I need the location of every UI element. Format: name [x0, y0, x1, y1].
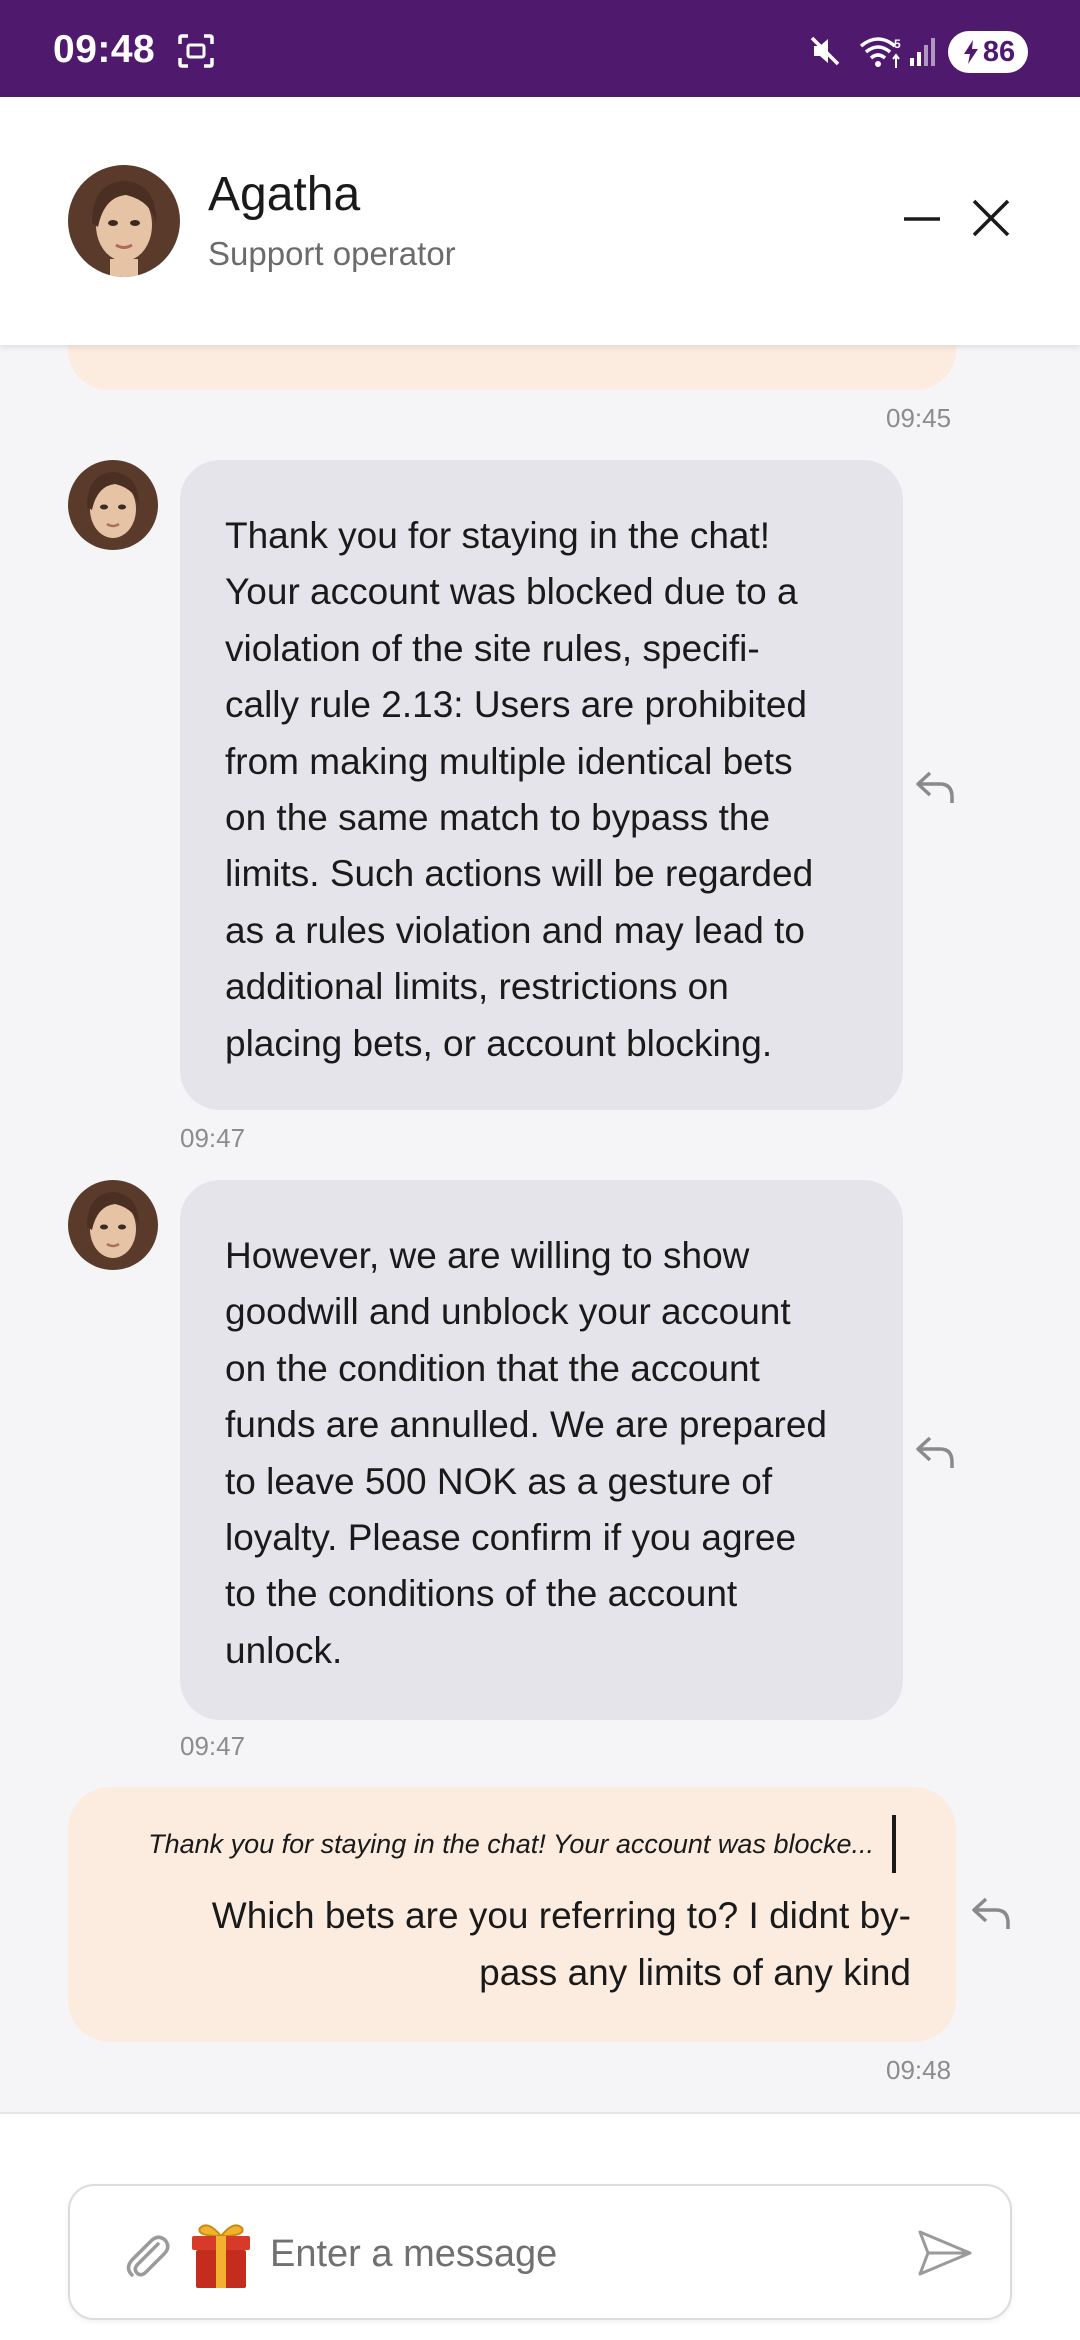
message-line: cally rule 2.13: Users are prohibited — [225, 684, 808, 726]
mute-icon — [810, 36, 840, 66]
message-line: on the same match to bypass the — [225, 797, 771, 839]
paperclip-icon[interactable] — [120, 2228, 174, 2282]
gift-icon[interactable] — [186, 2218, 256, 2290]
outgoing-message-text: Which bets are you referring to? I didnt… — [151, 1887, 911, 2001]
screenshot-icon — [178, 34, 214, 68]
battery-charging-icon — [963, 40, 978, 64]
message-line: loyalty. Please confirm if you agree — [225, 1517, 797, 1559]
status-bar: 09:48 5 86 — [0, 0, 1080, 97]
message-input[interactable] — [270, 2216, 950, 2292]
message-time: 09:47 — [180, 1731, 246, 1761]
message-line: to leave 500 NOK as a gesture of — [225, 1460, 773, 1502]
send-icon[interactable] — [916, 2226, 974, 2280]
message-line: as a rules violation and may lead to — [225, 909, 806, 951]
svg-text:5: 5 — [894, 37, 901, 51]
chat-header: Agatha Support operator — [0, 97, 1080, 345]
quoted-message: Thank you for staying in the chat! Your … — [148, 1815, 896, 1873]
status-time: 09:48 — [53, 28, 156, 71]
battery-level: 86 — [982, 35, 1016, 68]
wifi-icon: 5 — [859, 37, 901, 68]
message-line: additional limits, restrictions on — [225, 966, 729, 1008]
battery-indicator: 86 — [948, 31, 1028, 73]
message-line: violation of the site rules, specifi- — [225, 627, 760, 669]
message-time: 09:45 — [886, 403, 952, 433]
minimize-icon[interactable] — [900, 197, 944, 241]
message-line: placing bets, or account blocking. — [225, 1022, 773, 1064]
agent-avatar-small — [68, 1180, 158, 1270]
message-line: on the condition that the account — [225, 1347, 760, 1389]
previous-outgoing-bubble — [68, 345, 956, 390]
composer — [0, 2112, 1080, 2340]
reply-icon[interactable] — [914, 767, 958, 807]
outgoing-message-bubble[interactable]: Thank you for staying in the chat! Your … — [68, 1787, 956, 2042]
message-line: to the conditions of the account — [225, 1573, 738, 1615]
message-time: 09:48 — [886, 2055, 952, 2085]
message-line: from making multiple identical bets — [225, 740, 793, 782]
chat-messages[interactable]: 09:45 Thank you for staying in the chat!… — [0, 345, 1080, 2112]
message-line: limits. Such actions will be regarded — [225, 853, 814, 895]
incoming-message-bubble[interactable]: However, we are willing to show goodwill… — [180, 1180, 903, 1720]
incoming-message-bubble[interactable]: Thank you for staying in the chat! Your … — [180, 460, 903, 1110]
agent-role: Support operator — [208, 235, 456, 272]
agent-name: Agatha — [208, 168, 361, 221]
reply-icon[interactable] — [914, 1432, 958, 1472]
close-icon[interactable] — [966, 193, 1016, 243]
signal-icon — [910, 38, 935, 66]
message-line: Your account was blocked due to a — [225, 571, 798, 613]
message-line: goodwill and unblock your account — [225, 1291, 791, 1333]
message-line: pass any limits of any kind — [479, 1952, 911, 1993]
agent-avatar — [68, 165, 180, 277]
message-line: Which bets are you referring to? I didnt… — [211, 1895, 911, 1936]
message-input-box[interactable] — [68, 2184, 1012, 2320]
message-line: However, we are willing to show — [225, 1235, 750, 1276]
message-line: unlock. — [225, 1629, 343, 1671]
agent-avatar-small — [68, 460, 158, 550]
message-time: 09:47 — [180, 1123, 246, 1153]
message-line: funds are annulled. We are prepared — [225, 1404, 827, 1446]
reply-icon[interactable] — [970, 1893, 1014, 1933]
message-line: Thank you for staying in the chat! — [225, 515, 771, 556]
